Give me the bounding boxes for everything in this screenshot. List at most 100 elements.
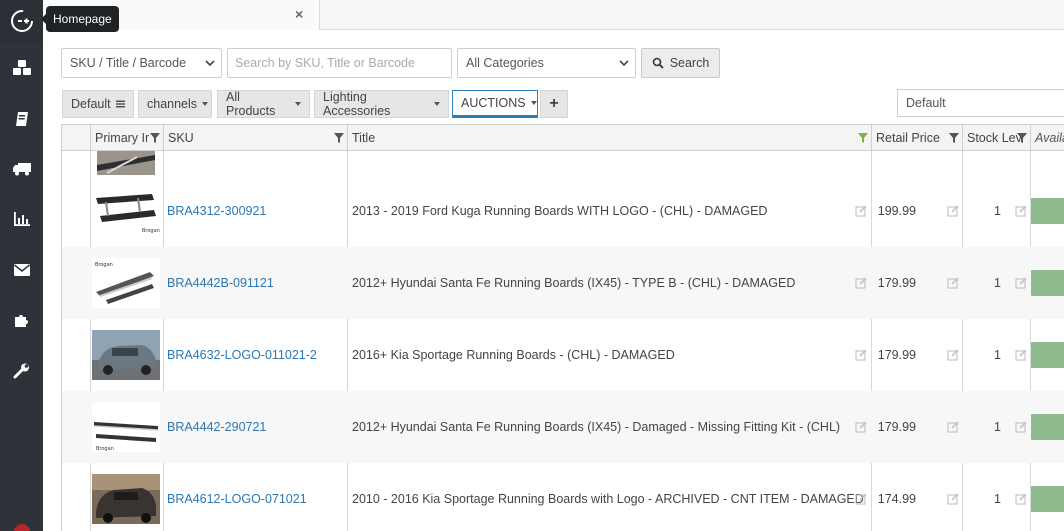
table-row[interactable]: BRA4612-LOGO-071021 2010 - 2016 Kia Spor… [62,463,1064,531]
sidebar-item-shipping[interactable] [0,147,43,191]
envelope-icon [13,264,30,276]
svg-text:Brogan: Brogan [96,446,114,452]
category-value: All Categories [466,56,544,70]
filter-icon[interactable] [949,133,959,143]
column-primary-image-label: Primary Ir [95,131,150,145]
column-stock-level[interactable]: Stock Lev [963,125,1031,151]
chevron-down-icon [205,60,215,67]
stock-level: 1 [994,348,1001,362]
retail-price: 179.99 [877,420,916,434]
product-title: 2016+ Kia Sportage Running Boards - (CHL… [352,348,675,362]
filter-icon[interactable] [1017,133,1027,143]
chevron-down-icon [619,60,629,67]
edit-icon[interactable] [947,421,959,433]
product-image[interactable]: Brogan [92,402,160,452]
filter-active-icon[interactable] [858,133,868,143]
availability-indicator[interactable] [1031,486,1064,512]
sidebar-item-products[interactable] [0,46,43,90]
column-sku-label: SKU [168,131,194,145]
edit-icon[interactable] [947,277,959,289]
search-placeholder: Search by SKU, Title or Barcode [235,56,415,70]
product-image[interactable] [92,330,160,380]
edit-icon[interactable] [1015,493,1027,505]
edit-icon[interactable] [1015,421,1027,433]
stock-level: 1 [994,492,1001,506]
column-primary-image[interactable]: Primary Ir [91,125,164,151]
edit-icon[interactable] [1015,349,1027,361]
table-row[interactable]: Brogan BRA4312-300921 2013 - 2019 Ford K… [62,175,1064,247]
edit-icon[interactable] [855,493,867,505]
column-sku[interactable]: SKU [164,125,348,151]
view-selector-value: Default [906,96,946,110]
product-title: 2013 - 2019 Ford Kuga Running Boards WIT… [352,204,768,218]
view-channels[interactable]: channels [138,90,212,118]
column-retail-price[interactable]: Retail Price [872,125,963,151]
edit-icon[interactable] [1015,277,1027,289]
product-title: 2010 - 2016 Kia Sportage Running Boards … [352,492,864,506]
stock-level: 1 [994,276,1001,290]
view-lighting-accessories[interactable]: Lighting Accessories [314,90,449,118]
view-selector[interactable]: Default [897,89,1064,117]
product-image[interactable]: Brogan [92,258,160,308]
sku-link[interactable]: BRA4442-290721 [167,391,266,463]
truck-icon [12,163,31,176]
header-spacer [62,125,91,151]
product-image[interactable] [92,474,160,524]
retail-price: 199.99 [877,204,916,218]
column-title[interactable]: Title [348,125,872,151]
view-default[interactable]: Default [62,90,134,118]
edit-icon[interactable] [947,493,959,505]
cubes-icon [12,60,31,75]
retail-price: 179.99 [877,348,916,362]
search-input[interactable]: Search by SKU, Title or Barcode [227,48,452,78]
table-row[interactable]: Brogan BRA4442B-091121 2012+ Hyundai San… [62,247,1064,319]
table-row-partial[interactable] [62,151,1064,175]
sidebar-item-orders[interactable] [0,97,43,141]
search-by-select[interactable]: SKU / Title / Barcode [61,48,222,78]
wrench-icon [13,363,29,379]
edit-icon[interactable] [947,349,959,361]
sku-link[interactable]: BRA4612-LOGO-071021 [167,463,307,531]
edit-icon[interactable] [1015,205,1027,217]
grid-header: Primary Ir SKU Title Retail Price Stock … [62,125,1064,151]
sidebar-item-settings[interactable] [0,349,43,393]
edit-icon[interactable] [855,421,867,433]
sku-link[interactable]: BRA4632-LOGO-011021-2 [167,319,317,391]
edit-icon[interactable] [947,205,959,217]
edit-icon[interactable] [855,205,867,217]
view-all-products[interactable]: All Products [217,90,310,118]
sidebar-item-reports[interactable] [0,197,43,241]
view-auctions[interactable]: AUCTIONS [452,90,538,118]
search-button[interactable]: Search [641,48,720,78]
edit-icon[interactable] [855,277,867,289]
sku-link[interactable]: BRA4442B-091121 [167,247,274,319]
svg-text:Brogan: Brogan [95,262,113,268]
notification-badge[interactable] [14,524,30,531]
availability-indicator[interactable] [1031,342,1064,368]
availability-indicator[interactable] [1031,270,1064,296]
sidebar-item-messages[interactable] [0,248,43,292]
book-icon [15,112,28,126]
add-view-button[interactable]: + [540,90,568,118]
close-icon[interactable]: × [295,6,303,22]
availability-indicator[interactable] [1031,198,1064,224]
product-image[interactable] [97,151,155,175]
svg-text:Brogan: Brogan [142,228,160,234]
product-image[interactable]: Brogan [92,186,160,236]
logo-icon [10,10,33,32]
retail-price: 179.99 [877,276,916,290]
homepage-tooltip: Homepage [41,6,119,32]
edit-icon[interactable] [855,349,867,361]
table-row[interactable]: Brogan BRA4442-290721 2012+ Hyundai Sant… [62,391,1064,463]
sidebar-logo-button[interactable] [0,0,43,42]
availability-indicator[interactable] [1031,414,1064,440]
table-row[interactable]: BRA4632-LOGO-011021-2 2016+ Kia Sportage… [62,319,1064,391]
column-availability[interactable]: Availa [1031,125,1064,151]
filter-icon[interactable] [334,133,344,143]
sku-link[interactable]: BRA4312-300921 [167,175,266,247]
sidebar [0,0,43,531]
category-select[interactable]: All Categories [457,48,636,78]
column-stock-level-label: Stock Lev [967,131,1022,145]
sidebar-item-apps[interactable] [0,298,43,342]
filter-icon[interactable] [150,133,160,143]
